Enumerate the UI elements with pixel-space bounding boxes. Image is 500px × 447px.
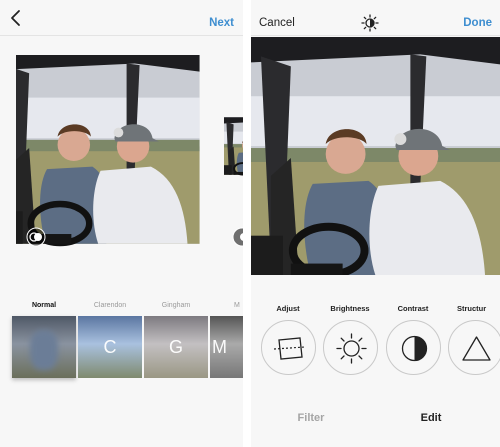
edit-header: Cancel Done [251, 0, 500, 36]
cancel-button[interactable]: Cancel [259, 17, 295, 29]
brightness-tool-button[interactable] [323, 320, 378, 375]
filter-label-normal: Normal [31, 302, 57, 309]
tool-label-contrast: Contrast [397, 304, 429, 313]
edit-screen: Cancel Done Adjust Brightness Contrast S… [251, 0, 500, 447]
tab-filter[interactable]: Filter [281, 412, 341, 424]
filter-thumb-letter: G [168, 337, 183, 357]
adjust-tool-button[interactable] [261, 320, 316, 375]
next-button[interactable]: Next [209, 17, 234, 29]
tool-label-structure: Structur [457, 304, 487, 313]
filter-thumb-letter: M [212, 337, 227, 357]
filter-thumb-gingham[interactable]: G [144, 316, 208, 378]
tool-label-brightness: Brightness [330, 304, 370, 313]
filter-thumb-m[interactable]: M [210, 316, 243, 378]
tool-label-adjust: Adjust [276, 304, 300, 313]
photo-image [251, 37, 500, 275]
brightness-icon [336, 333, 367, 364]
done-button[interactable]: Done [463, 17, 492, 29]
filter-label-clarendon: Clarendon [93, 302, 127, 309]
edit-overlay-icon [232, 227, 243, 247]
next-photo-peek[interactable] [224, 55, 243, 257]
adjust-icon [273, 337, 306, 360]
photo-preview [251, 37, 500, 275]
chevron-left-icon[interactable] [8, 9, 24, 27]
filter-thumb-clarendon[interactable]: C [78, 316, 142, 378]
tab-edit[interactable]: Edit [401, 412, 461, 424]
structure-tool-button[interactable] [448, 320, 500, 375]
photo-image [16, 55, 219, 257]
structure-icon [462, 336, 491, 361]
filter-label-m: M [234, 302, 240, 309]
contrast-tool-button[interactable] [386, 320, 441, 375]
filter-thumb-normal[interactable] [12, 316, 76, 378]
edit-overlay-icon[interactable] [26, 227, 46, 247]
filter-header: Next [0, 0, 243, 36]
contrast-icon [401, 335, 428, 362]
filter-screen: Next Normal Clarendon Gingham M C G M [0, 0, 243, 447]
filter-thumb-letter: C [103, 337, 117, 357]
photo-preview [16, 55, 219, 257]
lux-icon[interactable] [361, 14, 379, 32]
filter-label-gingham: Gingham [161, 302, 191, 309]
